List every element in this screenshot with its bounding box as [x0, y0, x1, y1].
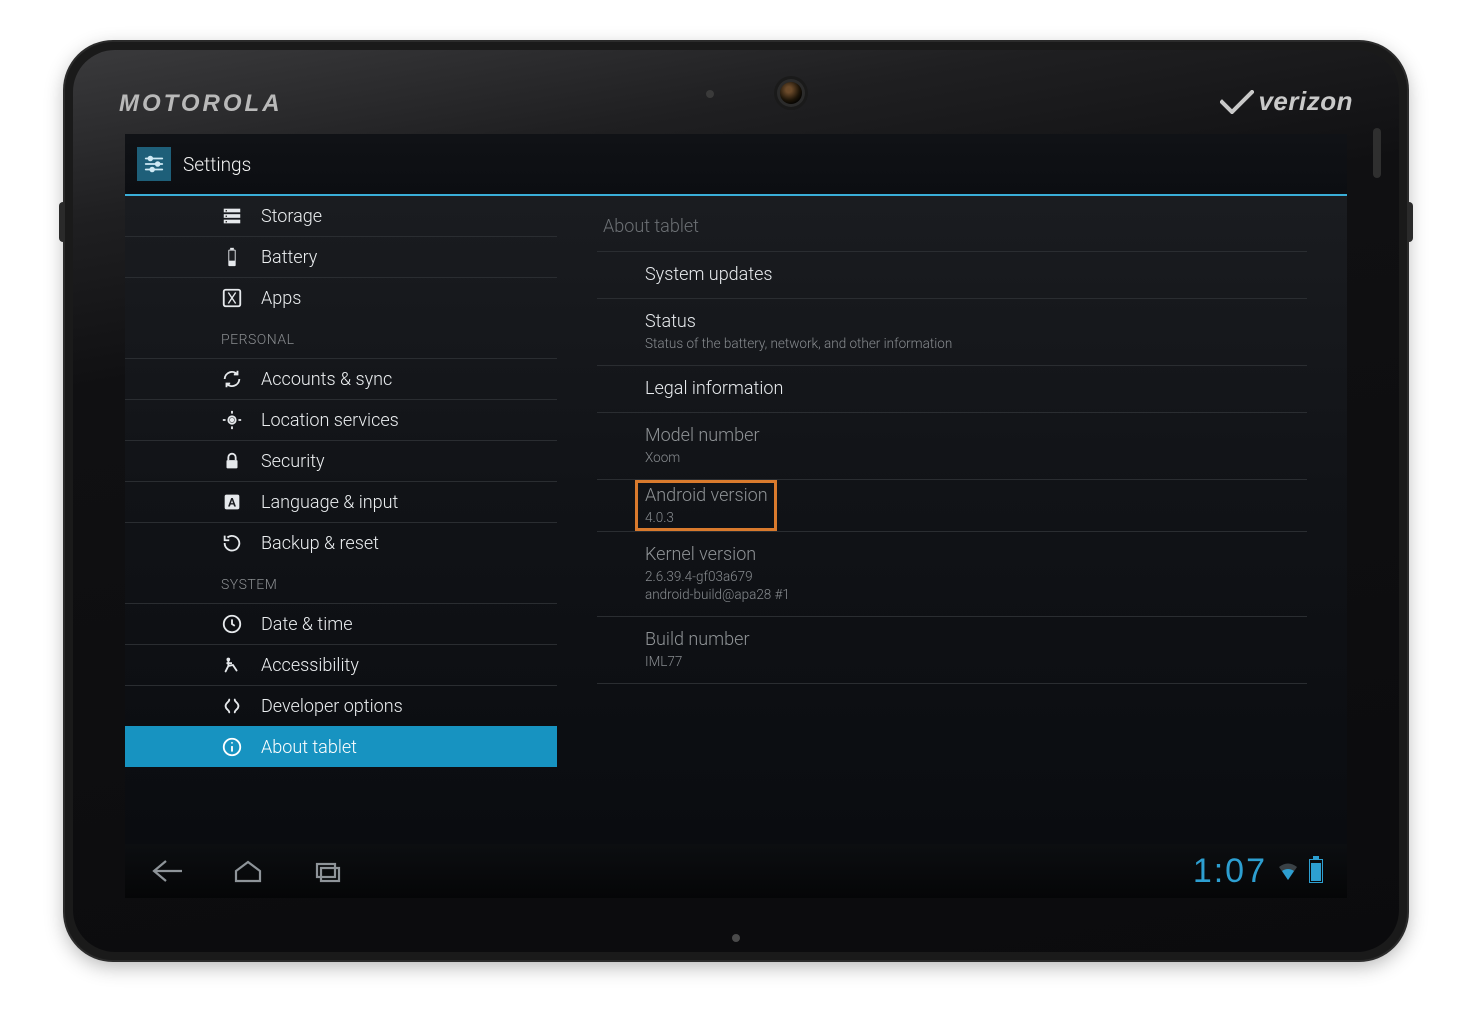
sidebar-item-label: Battery [261, 247, 317, 268]
sidebar-item-label: Backup & reset [261, 533, 379, 554]
apps-icon [221, 287, 243, 309]
front-camera [780, 82, 802, 104]
home-dot [732, 934, 740, 942]
location-icon [221, 409, 243, 431]
about-item-sub: Xoom [645, 449, 1307, 467]
brand-verizon: verizon [1220, 86, 1353, 117]
sidebar-item-apps[interactable]: Apps [125, 277, 557, 318]
developer-icon [221, 695, 243, 717]
clock-time: 1:07 [1193, 852, 1267, 891]
battery-icon [221, 246, 243, 268]
sidebar-item-language[interactable]: A Language & input [125, 481, 557, 522]
backup-icon [221, 532, 243, 554]
sidebar-item-storage[interactable]: Storage [125, 196, 557, 236]
recents-button[interactable] [301, 853, 355, 889]
nav-buttons [141, 853, 355, 889]
sidebar-item-label: Language & input [261, 492, 398, 513]
about-item-label: Status [645, 311, 1307, 333]
about-item-legal[interactable]: Legal information [597, 365, 1307, 412]
side-button-left [59, 202, 65, 242]
about-item-status[interactable]: Status Status of the battery, network, a… [597, 298, 1307, 365]
about-item-label: Android version [645, 485, 777, 507]
side-button-right [1407, 202, 1413, 242]
about-item-label: Build number [645, 629, 1307, 651]
back-button[interactable] [141, 853, 195, 889]
sidebar-category-system: SYSTEM [125, 563, 557, 603]
about-item-label: Model number [645, 425, 1307, 447]
sidebar-item-label: Apps [261, 288, 301, 309]
about-item-model[interactable]: Model number Xoom [597, 412, 1307, 479]
lock-icon [221, 450, 243, 472]
about-item-label: System updates [645, 264, 1307, 286]
sidebar-item-about-tablet[interactable]: About tablet [125, 726, 557, 767]
settings-header: Settings [125, 134, 1347, 196]
about-item-kernel[interactable]: Kernel version 2.6.39.4-gf03a679 android… [597, 531, 1307, 616]
status-area[interactable]: 1:07 [1193, 852, 1323, 891]
sidebar-item-label: Security [261, 451, 325, 472]
about-item-build[interactable]: Build number IML77 [597, 616, 1307, 684]
about-item-label: Legal information [645, 378, 1307, 400]
language-icon: A [221, 491, 243, 513]
system-bar: 1:07 [125, 844, 1347, 898]
wifi-icon [1277, 861, 1299, 881]
battery-status-icon [1309, 859, 1323, 883]
svg-text:A: A [228, 496, 236, 510]
about-item-sub: 4.0.3 [645, 509, 777, 527]
sidebar-item-security[interactable]: Security [125, 440, 557, 481]
sidebar-item-label: Developer options [261, 696, 403, 717]
settings-body: Storage Battery Apps PERSONAL [125, 196, 1347, 846]
home-button[interactable] [221, 853, 275, 889]
about-tablet-pane: About tablet System updates Status Statu… [557, 196, 1347, 846]
sensor-dot [706, 90, 714, 98]
storage-icon [221, 205, 243, 227]
sidebar-item-accounts-sync[interactable]: Accounts & sync [125, 358, 557, 399]
sidebar-item-label: Accessibility [261, 655, 359, 676]
sidebar-item-location[interactable]: Location services [125, 399, 557, 440]
sidebar-item-accessibility[interactable]: Accessibility [125, 644, 557, 685]
sidebar-item-backup[interactable]: Backup & reset [125, 522, 557, 563]
verizon-check-icon [1220, 90, 1254, 114]
sidebar-item-label: Accounts & sync [261, 369, 392, 390]
about-item-label: Kernel version [645, 544, 1307, 566]
sidebar-item-label: Location services [261, 410, 399, 431]
sidebar-item-date-time[interactable]: Date & time [125, 603, 557, 644]
info-icon [221, 736, 243, 758]
settings-sidebar: Storage Battery Apps PERSONAL [125, 196, 557, 846]
about-tablet-title: About tablet [597, 216, 1307, 251]
clock-icon [221, 613, 243, 635]
about-item-system-updates[interactable]: System updates [597, 251, 1307, 298]
about-item-sub: 2.6.39.4-gf03a679 android-build@apa28 #1 [645, 568, 1307, 604]
sidebar-item-label: Storage [261, 206, 322, 227]
sidebar-item-battery[interactable]: Battery [125, 236, 557, 277]
settings-icon [137, 147, 171, 181]
about-item-sub: Status of the battery, network, and othe… [645, 335, 1307, 353]
settings-title: Settings [183, 153, 251, 176]
tablet-frame: MOTOROLA verizon Settings [65, 42, 1407, 960]
accessibility-icon [221, 654, 243, 676]
sidebar-item-label: About tablet [261, 737, 357, 758]
sync-icon [221, 368, 243, 390]
speaker-grill [1373, 128, 1381, 178]
brand-motorola: MOTOROLA [119, 90, 283, 118]
screen: Settings Storage Battery [125, 134, 1347, 898]
sidebar-category-personal: PERSONAL [125, 318, 557, 358]
about-item-sub: IML77 [645, 653, 1307, 671]
sidebar-item-label: Date & time [261, 614, 353, 635]
about-item-android-version[interactable]: Android version 4.0.3 [635, 480, 777, 531]
sidebar-item-developer[interactable]: Developer options [125, 685, 557, 726]
